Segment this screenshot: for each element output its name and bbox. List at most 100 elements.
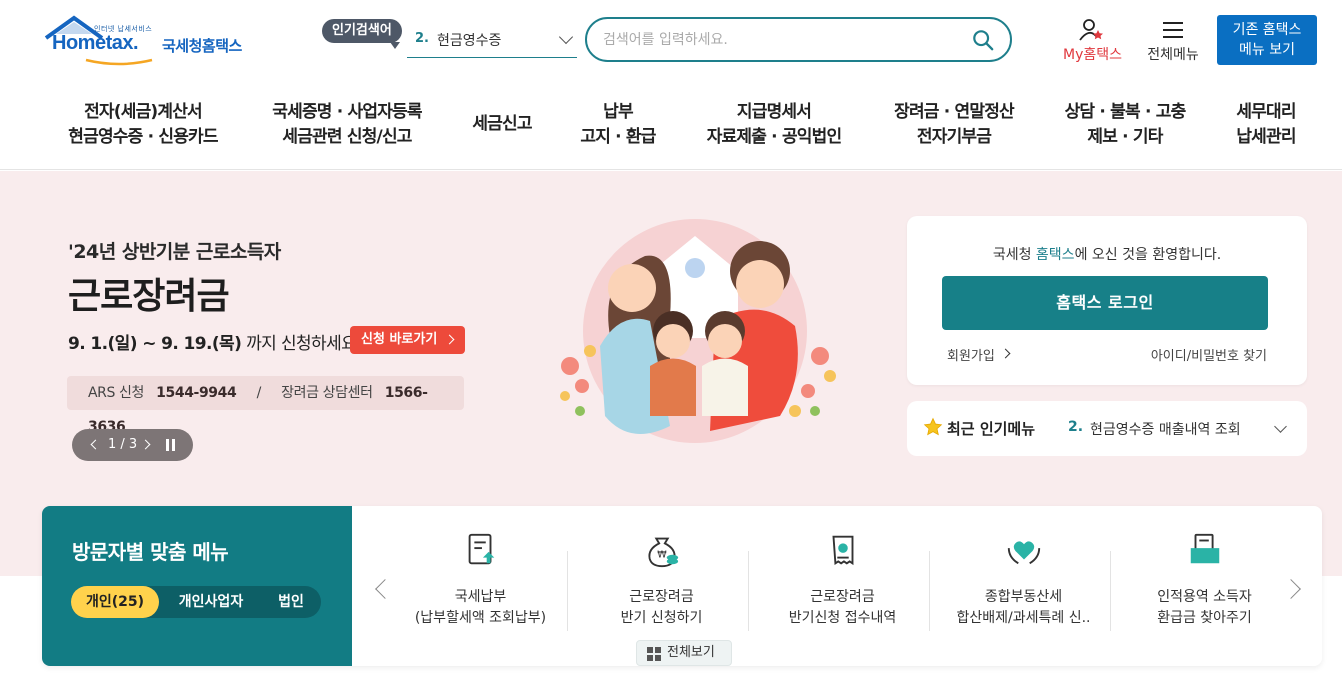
popular-rank: 2.	[415, 31, 429, 46]
welcome-message: 국세청 홈택스에 오신 것을 환영합니다.	[907, 244, 1307, 264]
welcome-highlight: 홈택스	[1035, 247, 1075, 263]
receipt-search-icon	[832, 535, 854, 566]
nav-item-payment[interactable]: 납부 고지 · 환급	[570, 100, 666, 150]
service-incentive-apply[interactable]: ₩ 근로장려금 반기 신청하기	[571, 531, 752, 631]
hero-date-range: 9. 1.(일) ~ 9. 19.(목)	[68, 334, 242, 354]
signup-link[interactable]: 회원가입	[947, 345, 995, 364]
ars-info-box: ARS 신청 1544-9944 / 장려금 상담센터 1566-3636	[67, 376, 464, 435]
service-line2: 환급금 찾아주기	[1157, 610, 1252, 626]
welcome-post: 에 오신 것을 환영합니다.	[1074, 247, 1222, 263]
my-hometax-button[interactable]: My홈택스	[1055, 18, 1130, 63]
view-all-button[interactable]: 전체보기	[636, 640, 732, 666]
service-line1: 인적용역 소득자	[1157, 589, 1252, 605]
family-illustration	[560, 219, 836, 443]
hero-title: 근로장려금	[68, 276, 230, 317]
service-line1: 근로장려금	[810, 589, 875, 605]
tax-document-icon	[468, 533, 495, 565]
service-line2: 반기 신청하기	[620, 610, 703, 626]
search-input[interactable]	[603, 29, 953, 51]
hero-date-text: 까지 신청하세요!	[241, 334, 363, 354]
service-national-tax-payment[interactable]: 국세납부 (납부할세액 조회납부)	[390, 531, 571, 631]
chevron-left-icon[interactable]	[90, 439, 101, 450]
search-box	[585, 17, 1012, 62]
nav-item-tax-return[interactable]: 세금신고	[462, 112, 542, 137]
all-menu-label: 전체메뉴	[1147, 47, 1199, 63]
divider	[567, 551, 568, 631]
nav-line1: 국세증명 · 사업자등록	[272, 102, 422, 122]
nav-line1: 세무대리	[1236, 102, 1296, 122]
recent-menu-text: 현금영수증 매출내역 조회	[1090, 422, 1241, 438]
service-line2: 합산배제/과세특례 신..	[956, 610, 1091, 626]
chevron-down-icon[interactable]	[1274, 420, 1287, 433]
ars-number: 1544-9944	[156, 385, 237, 401]
popular-search-tag: 인기검색어	[322, 19, 402, 49]
apply-now-button[interactable]: 신청 바로가기	[350, 326, 466, 354]
nav-item-tax-agent[interactable]: 세무대리 납세관리	[1226, 100, 1306, 150]
divider	[1110, 551, 1111, 631]
ars-separator: /	[256, 385, 262, 401]
center-label: 장려금 상담센터	[281, 385, 373, 401]
all-menu-button[interactable]: 전체메뉴	[1138, 18, 1208, 63]
visitor-menu-title: 방문자별 맞춤 메뉴	[72, 540, 229, 564]
view-all-label: 전체보기	[667, 645, 715, 660]
hero-subtitle: '24년 상반기분 근로소득자	[68, 241, 281, 263]
hometax-login-button[interactable]: 홈택스 로그인	[942, 276, 1268, 330]
welcome-pre: 국세청	[992, 247, 1036, 263]
money-bag-icon: ₩	[648, 537, 679, 568]
tab-corporation[interactable]: 법인	[263, 586, 319, 618]
nav-line1: 전자(세금)계산서	[84, 102, 203, 122]
site-header: 인터넷 납세서비스 Hometax. 국세청홈택스 인기검색어 2. 현금영수증…	[0, 0, 1342, 84]
tab-individual[interactable]: 개인(25)	[71, 586, 159, 618]
service-line1: 근로장려금	[629, 589, 694, 605]
find-id-password-link[interactable]: 아이디/비밀번호 찾기	[1151, 345, 1267, 364]
nav-item-incentive[interactable]: 장려금 · 연말정산 전자기부금	[880, 100, 1028, 150]
slider-control: 1 / 3	[72, 429, 193, 461]
nav-item-e-invoice[interactable]: 전자(세금)계산서 현금영수증 · 신용카드	[58, 100, 228, 150]
grid-icon	[647, 647, 661, 661]
tab-sole-proprietor[interactable]: 개인사업자	[163, 586, 259, 618]
service-line2: 반기신청 접수내역	[788, 610, 897, 626]
recent-popular-menu[interactable]: 최근 인기메뉴 2. 현금영수증 매출내역 조회	[907, 401, 1307, 456]
nav-line1: 장려금 · 연말정산	[894, 102, 1015, 122]
ars-label: ARS 신청	[88, 385, 145, 401]
nav-line1: 납부	[603, 102, 633, 122]
nav-item-payment-statement[interactable]: 지급명세서 자료제출 · 공익법인	[698, 100, 850, 150]
nav-line2: 고지 · 환급	[580, 127, 656, 147]
hometax-logo[interactable]: 인터넷 납세서비스 Hometax. 국세청홈택스	[44, 14, 259, 68]
old-menu-line2: 메뉴 보기	[1239, 42, 1295, 58]
nav-item-consult[interactable]: 상담 · 불복 · 고충 제보 · 기타	[1054, 100, 1196, 150]
pause-icon[interactable]	[166, 439, 175, 451]
login-card: 국세청 홈택스에 오신 것을 환영합니다. 홈택스 로그인 회원가입 아이디/비…	[907, 216, 1307, 385]
visitor-type-tabs: 개인(25) 개인사업자 법인	[71, 586, 321, 618]
heart-hands-icon	[1007, 541, 1041, 565]
service-line1: 국세납부	[454, 589, 507, 605]
nav-line2: 현금영수증 · 신용카드	[68, 127, 218, 147]
star-icon	[923, 417, 943, 436]
nav-line1: 세금신고	[472, 114, 532, 134]
folder-docs-icon	[1190, 533, 1220, 564]
popular-keyword: 현금영수증	[437, 33, 502, 49]
main-navigation: 전자(세금)계산서 현금영수증 · 신용카드 국세증명 · 사업자등록 세금관련…	[0, 84, 1342, 170]
service-comprehensive-property-tax[interactable]: 종합부동산세 합산배제/과세특례 신..	[933, 531, 1114, 631]
service-incentive-receipt[interactable]: 근로장려금 반기신청 접수내역	[752, 531, 933, 631]
my-hometax-label: My홈택스	[1062, 47, 1122, 63]
service-line1: 종합부동산세	[984, 589, 1063, 605]
chevron-down-icon	[558, 29, 574, 45]
nav-line2: 납세관리	[1236, 127, 1296, 147]
nav-line2: 전자기부금	[916, 127, 992, 147]
service-refund-finder[interactable]: 인적용역 소득자 환급금 찾아주기	[1114, 531, 1295, 631]
nav-line1: 지급명세서	[736, 102, 812, 122]
recent-menu-rank: 2.	[1068, 419, 1084, 435]
nav-line2: 자료제출 · 공익법인	[706, 127, 842, 147]
nav-line2: 제보 · 기타	[1087, 127, 1163, 147]
hamburger-menu-icon	[1163, 22, 1183, 38]
svg-text:₩: ₩	[657, 550, 667, 561]
nav-item-certificates[interactable]: 국세증명 · 사업자등록 세금관련 신청/신고	[258, 100, 436, 150]
user-star-icon	[1079, 19, 1103, 41]
old-hometax-menu-button[interactable]: 기존 홈택스 메뉴 보기	[1217, 15, 1317, 65]
search-icon[interactable]	[972, 29, 994, 51]
chevron-right-icon[interactable]	[140, 439, 151, 450]
popular-search-select[interactable]: 2. 현금영수증	[407, 22, 577, 58]
logo-korean-name: 국세청홈택스	[162, 37, 242, 55]
recent-menu-title: 최근 인기메뉴	[947, 420, 1036, 438]
